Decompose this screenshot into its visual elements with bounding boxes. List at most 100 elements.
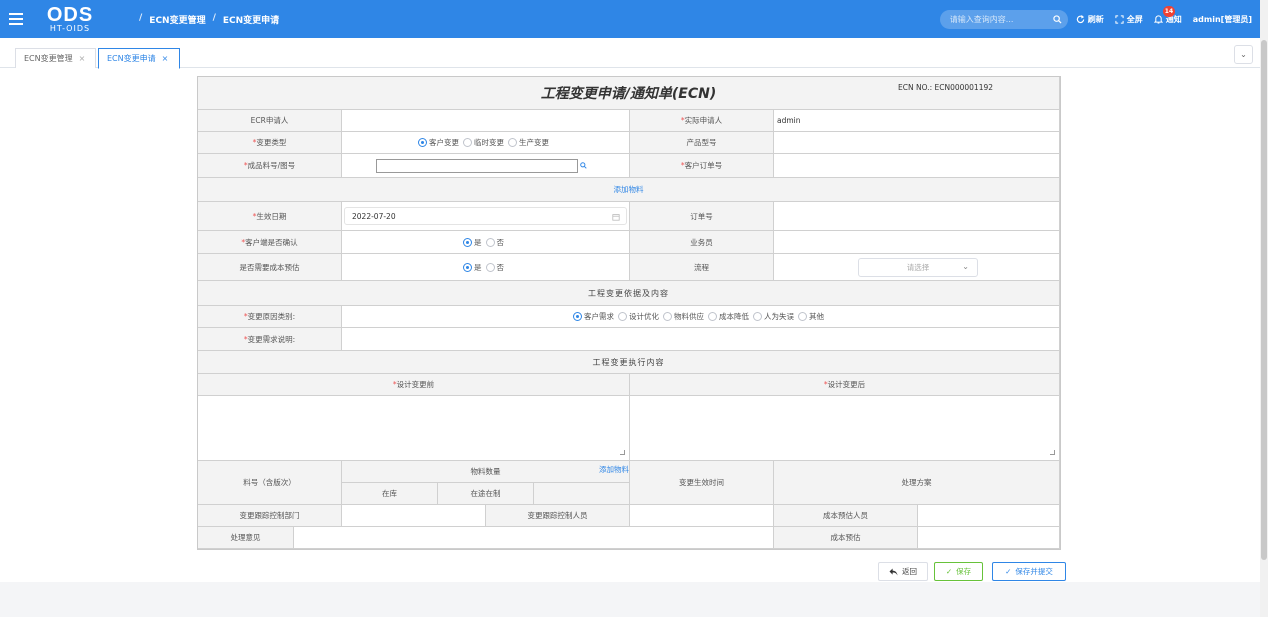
tab-close-icon[interactable]: × [79,54,86,63]
design-before-label: 设计变更前 [396,380,435,389]
back-label: 返回 [902,567,917,576]
radio-label: 临时变更 [474,138,504,147]
add-material-link-2[interactable]: 添加物料 [599,464,629,475]
radio-label: 成本降低 [719,312,749,321]
radio-label: 否 [496,262,505,272]
customer-order-value[interactable] [774,154,1060,178]
save-submit-label: 保存并提交 [1015,567,1053,576]
radio-circle-checked [573,312,582,321]
scrollbar-thumb[interactable] [1261,40,1267,560]
calendar-icon [612,214,620,221]
radio-circle [708,312,717,321]
customer-order-label: 客户订单号 [684,161,723,170]
radio-reason-cost[interactable]: 成本降低 [708,311,749,322]
fullscreen-button[interactable]: 全屏 [1115,14,1143,25]
check-icon: ✓ [945,567,953,576]
product-model-value[interactable] [774,132,1060,154]
radio-label: 客户变更 [429,138,459,147]
change-type-label: 变更类型 [256,138,287,147]
design-before-textarea[interactable] [198,396,630,461]
notification-button[interactable]: 14 通知 [1153,5,1182,25]
design-before-label-cell: * 设计变更前 [198,374,630,396]
radio-reason-customer[interactable]: 客户需求 [573,311,614,322]
back-button[interactable]: 返回 [878,562,928,581]
tab-ecn-apply[interactable]: ECN变更申请 × [98,48,180,69]
effective-date-picker[interactable]: 2022-07-20 [344,207,627,225]
search-input[interactable] [949,14,1053,24]
design-after-textarea[interactable] [630,396,1060,461]
ecr-applicant-value[interactable] [342,110,630,132]
user-menu[interactable]: admin[管理员] [1193,14,1252,25]
requirement-desc-label: 变更需求说明: [247,334,296,344]
requirement-desc-input[interactable] [342,328,1060,351]
salesman-value[interactable] [774,231,1060,254]
refresh-button[interactable]: 刷新 [1076,14,1104,25]
material-qty-blank-cell [534,483,630,505]
refresh-icon [1076,14,1085,23]
search-icon[interactable] [1053,14,1062,24]
breadcrumb: / ECN变更管理 / ECN变更申请 [139,12,280,26]
add-material-link[interactable]: 添加物料 [614,184,644,195]
finished-part-input[interactable] [376,159,578,173]
order-no-label: 订单号 [630,202,774,231]
cost-estimate-value[interactable] [918,527,1060,549]
breadcrumb-item-ecn-management[interactable]: ECN变更管理 [149,13,205,26]
tracking-dept-value[interactable] [342,505,486,527]
radio-label: 人为失误 [764,312,794,321]
save-submit-button[interactable]: ✓ 保存并提交 [992,562,1066,581]
finished-part-cell [342,154,630,178]
radio-cost-yes[interactable]: 是 [463,262,482,273]
process-select[interactable]: 请选择 ⌄ [858,258,978,277]
logo-sub-text: HT-OIDS [49,23,91,33]
add-material-row: 添加物料 [198,178,1060,202]
radio-label: 物料供应 [674,312,704,321]
radio-circle [753,312,762,321]
material-qty-header: 物料数量 添加物料 [342,461,630,483]
radio-confirm-yes[interactable]: 是 [463,237,482,248]
cost-estimate-need-label: 是否需要成本预估 [198,254,342,281]
logo-main-text: ODS [46,3,94,26]
refresh-label: 刷新 [1087,14,1104,24]
radio-reason-design[interactable]: 设计优化 [618,311,659,322]
tab-close-icon[interactable]: × [162,54,169,63]
hamburger-menu-icon[interactable] [9,13,23,25]
back-arrow-icon [889,567,898,576]
notification-count-badge: 14 [1162,5,1176,17]
form-title: 工程变更申请/通知单(ECN) [540,86,717,102]
radio-cost-no[interactable]: 否 [485,262,505,273]
actual-applicant-label: 实际申请人 [684,116,723,125]
tracking-person-label: 变更跟踪控制人员 [486,505,630,527]
cost-estimator-label: 成本预估人员 [774,505,918,527]
design-after-label-cell: * 设计变更后 [630,374,1060,396]
search-icon[interactable] [580,162,587,169]
in-transit-label: 在途在制 [438,483,534,505]
chevron-down-icon: ⌄ [962,262,969,271]
product-model-label: 产品型号 [630,132,774,154]
radio-temporary-change[interactable]: 临时变更 [463,137,504,148]
cost-estimator-value[interactable] [918,505,1060,527]
radio-circle [508,138,517,147]
tab-label: ECN变更申请 [107,54,156,63]
radio-production-change[interactable]: 生产变更 [508,137,549,148]
save-button[interactable]: ✓ 保存 [934,562,983,581]
tabs-dropdown-button[interactable]: ⌄ [1234,45,1253,64]
process-cell: 请选择 ⌄ [774,254,1060,281]
radio-reason-supply[interactable]: 物料供应 [663,311,704,322]
radio-customer-change[interactable]: 客户变更 [418,137,459,148]
process-placeholder: 请选择 [906,263,930,272]
tab-label: ECN变更管理 [24,54,73,63]
radio-circle [485,262,495,272]
order-no-value[interactable] [774,202,1060,231]
radio-circle-checked [418,138,427,147]
opinion-label: 处理意见 [198,527,294,549]
tracking-person-value[interactable] [630,505,774,527]
salesman-label: 业务员 [630,231,774,254]
radio-reason-other[interactable]: 其他 [798,311,824,322]
tab-ecn-management[interactable]: ECN变更管理 × [15,48,96,68]
radio-confirm-no[interactable]: 否 [485,237,504,248]
global-search[interactable] [939,9,1068,29]
opinion-value[interactable] [294,527,774,549]
radio-reason-human[interactable]: 人为失误 [753,311,794,322]
resize-handle-icon[interactable] [1050,450,1055,455]
resize-handle-icon[interactable] [620,450,625,455]
